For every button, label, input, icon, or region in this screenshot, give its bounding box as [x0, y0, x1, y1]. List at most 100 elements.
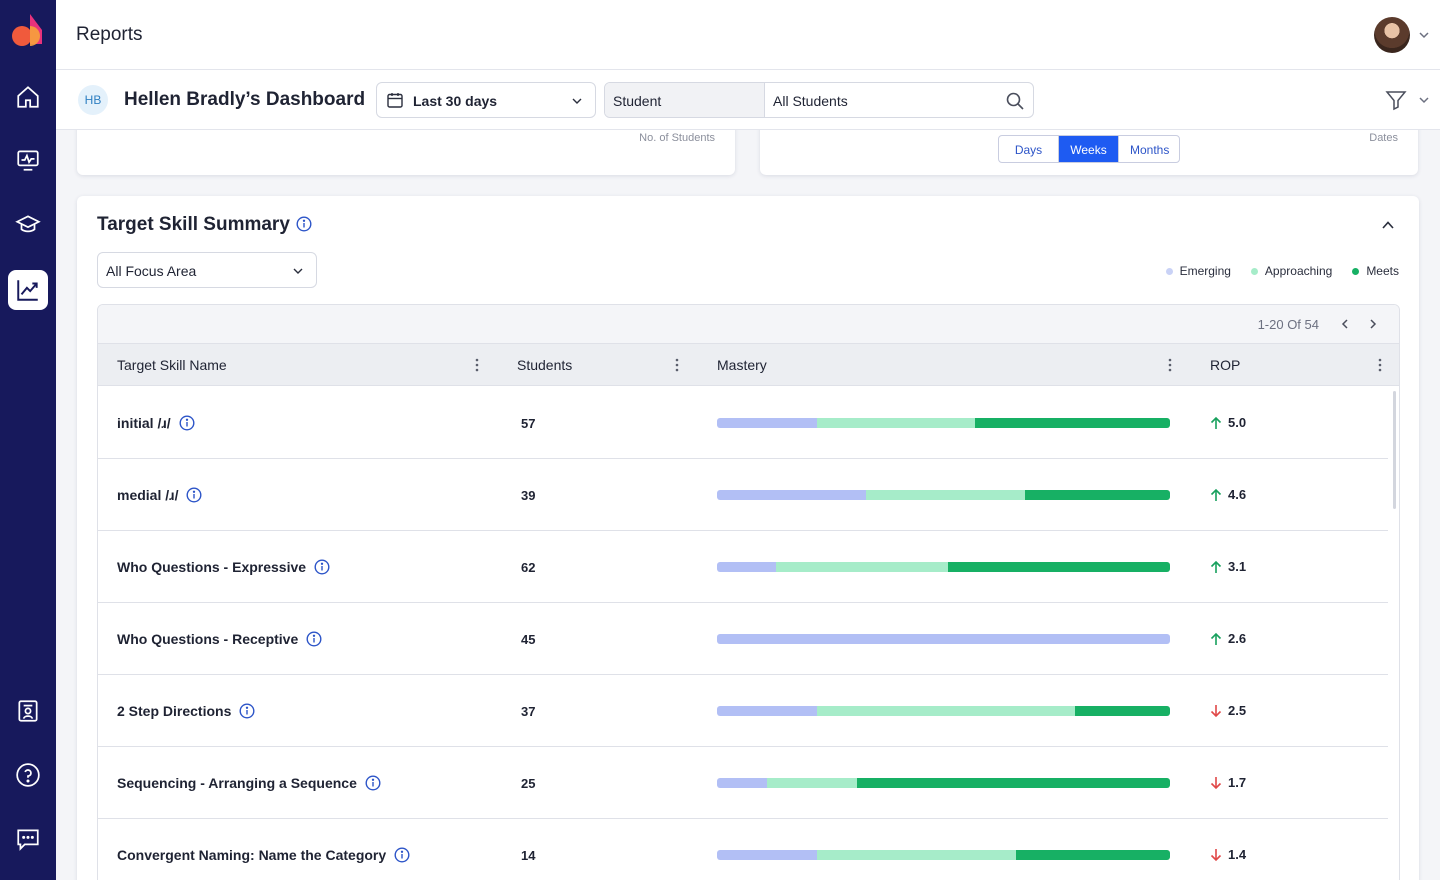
kebab-menu-icon[interactable] [1168, 357, 1172, 373]
kebab-menu-icon[interactable] [675, 357, 679, 373]
info-icon[interactable] [179, 415, 195, 431]
granularity-days[interactable]: Days [999, 136, 1059, 162]
help-icon [16, 763, 40, 787]
info-icon[interactable] [306, 631, 322, 647]
kebab-menu-icon[interactable] [475, 357, 479, 373]
mastery-segment-emerging [717, 778, 767, 788]
app-logo[interactable] [12, 12, 46, 48]
mastery-segment-emerging [717, 562, 776, 572]
sidebar-item-learning[interactable] [8, 205, 48, 245]
table-row[interactable]: Sequencing - Arranging a Sequence 25 1.7 [98, 747, 1388, 819]
sidebar-item-home[interactable] [8, 77, 48, 117]
mastery-segment-emerging [717, 418, 817, 428]
table-row[interactable]: initial /ɹ/57 5.0 [98, 387, 1388, 459]
skill-name: Convergent Naming: Name the Category [117, 847, 387, 863]
arrow-up-icon [1210, 488, 1222, 501]
mastery-segment-meets [1025, 490, 1170, 500]
focus-area-select[interactable]: All Focus Area [97, 252, 317, 288]
info-icon[interactable] [394, 847, 410, 863]
top-bar: Reports [56, 0, 1440, 70]
skill-name: Who Questions - Receptive [117, 631, 299, 647]
mastery-segment-approaching [766, 778, 858, 788]
arrow-up-icon [1210, 632, 1222, 645]
granularity-weeks[interactable]: Weeks [1059, 136, 1119, 162]
legend-label: Emerging [1179, 264, 1231, 278]
students-count: 39 [521, 488, 536, 503]
mastery-segment-meets [1015, 850, 1170, 860]
column-header-rop[interactable]: ROP [1210, 357, 1240, 373]
skills-table: 1-20 Of 54 Target Skill Name Students Ma… [97, 304, 1400, 880]
sidebar-item-reports[interactable] [8, 270, 48, 310]
kebab-menu-icon[interactable] [1378, 357, 1382, 373]
table-scrollbar[interactable] [1393, 391, 1396, 509]
table-row[interactable]: 2 Step Directions 37 2.5 [98, 675, 1388, 747]
rop-cell: 3.1 [1210, 559, 1246, 574]
students-count: 37 [521, 704, 536, 719]
arrow-down-icon [1210, 848, 1222, 861]
sidebar-item-caseload[interactable] [8, 691, 48, 731]
rop-value: 5.0 [1228, 415, 1247, 430]
legend-item: Meets [1352, 264, 1399, 278]
sidebar-item-help[interactable] [8, 755, 48, 795]
column-header-students[interactable]: Students [517, 357, 572, 373]
axis-label-dates: Dates [1369, 132, 1398, 144]
mastery-segment-approaching [816, 706, 1075, 716]
date-range-select[interactable]: Last 30 days [376, 82, 596, 118]
students-count: 62 [521, 560, 536, 575]
chevron-down-icon[interactable] [1418, 94, 1430, 106]
target-skill-summary-card: Target Skill Summary All Focus Area Emer… [77, 196, 1419, 880]
focus-area-value: All Focus Area [106, 263, 197, 279]
info-icon[interactable] [296, 216, 312, 232]
chevron-up-icon[interactable] [1381, 218, 1395, 232]
chevron-left-icon[interactable] [1339, 318, 1351, 330]
mastery-segment-meets [948, 562, 1170, 572]
rop-value: 3.1 [1228, 559, 1247, 574]
legend-label: Meets [1366, 264, 1399, 278]
chevron-right-icon[interactable] [1367, 318, 1379, 330]
info-icon[interactable] [186, 487, 202, 503]
mastery-bar [717, 562, 1170, 572]
table-row[interactable]: Who Questions - Expressive 62 3.1 [98, 531, 1388, 603]
table-row[interactable]: Who Questions - Receptive 45 2.6 [98, 603, 1388, 675]
column-header-skill-name[interactable]: Target Skill Name [117, 357, 227, 373]
chevron-down-icon[interactable] [1418, 29, 1430, 41]
mastery-bar [717, 418, 1170, 428]
students-count: 57 [521, 416, 536, 431]
column-header-mastery[interactable]: Mastery [717, 357, 767, 373]
granularity-toggle: Days Weeks Months [998, 135, 1180, 163]
sidebar-item-sessions[interactable] [8, 140, 48, 180]
chevron-down-icon [572, 98, 582, 104]
graduation-cap-icon [15, 215, 41, 233]
pagination-count: 1-20 Of 54 [1257, 317, 1319, 332]
info-icon[interactable] [365, 775, 381, 791]
skill-name-cell: medial /ɹ/ [117, 487, 202, 503]
student-search-input[interactable]: All Students [773, 93, 848, 109]
rop-value: 2.5 [1228, 703, 1247, 718]
rop-cell: 2.6 [1210, 631, 1246, 646]
user-initials-badge: HB [78, 85, 108, 115]
filter-icon[interactable] [1384, 88, 1408, 112]
sidebar-item-messages[interactable] [8, 819, 48, 859]
date-range-value: Last 30 days [413, 93, 498, 109]
filter-type-select[interactable]: Student [605, 83, 765, 117]
info-icon[interactable] [239, 703, 255, 719]
info-icon[interactable] [314, 559, 330, 575]
page-title: Reports [76, 24, 143, 45]
rop-cell: 1.7 [1210, 775, 1246, 790]
table-row[interactable]: medial /ɹ/39 4.6 [98, 459, 1388, 531]
legend-dot [1165, 267, 1173, 275]
rop-cell: 4.6 [1210, 487, 1246, 502]
granularity-months[interactable]: Months [1119, 136, 1179, 162]
table-row[interactable]: Convergent Naming: Name the Category 14 1.… [98, 819, 1388, 880]
rop-value: 1.7 [1228, 775, 1247, 790]
legend-item: Emerging [1165, 264, 1231, 278]
user-avatar[interactable] [1374, 17, 1410, 53]
mastery-bar [717, 490, 1170, 500]
skill-name-cell: Convergent Naming: Name the Category [117, 847, 410, 863]
search-icon[interactable] [1005, 91, 1025, 111]
skill-name-cell: 2 Step Directions [117, 703, 255, 719]
mastery-segment-emerging [717, 706, 817, 716]
sidebar [0, 0, 56, 880]
legend-dot [1250, 267, 1258, 275]
rop-value: 1.4 [1228, 847, 1247, 862]
